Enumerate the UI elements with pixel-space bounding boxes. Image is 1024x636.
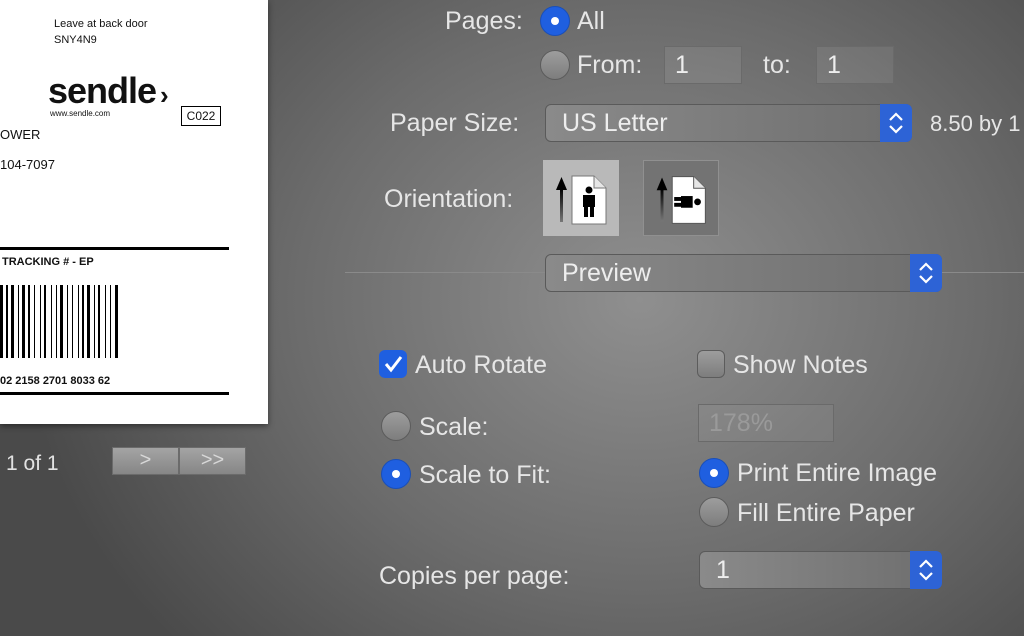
logo-chevron-icon: › [160, 80, 169, 110]
delivery-note: Leave at back door [54, 18, 148, 30]
recipient-phone: 104-7097 [0, 157, 55, 172]
pages-to-input[interactable]: 1 [816, 46, 894, 84]
barcode-bar [60, 285, 63, 358]
separator-line [345, 272, 545, 273]
print-entire-image-label[interactable]: Print Entire Image [737, 459, 937, 488]
sendle-logo: sendle [48, 70, 157, 111]
pages-all-label[interactable]: All [577, 7, 605, 36]
barcode-bar [72, 285, 73, 358]
scale-to-fit-radio[interactable] [381, 459, 411, 489]
divider [0, 392, 229, 395]
paper-size-label: Paper Size: [390, 109, 520, 137]
pages-from-input[interactable]: 1 [664, 46, 742, 84]
next-page-button[interactable]: > [112, 447, 179, 475]
divider [0, 247, 229, 250]
barcode-bar [110, 285, 111, 358]
barcode-bar [18, 285, 19, 358]
scale-radio[interactable] [381, 411, 411, 441]
barcode-bar [22, 285, 25, 358]
section-popup[interactable]: Preview [545, 254, 942, 292]
fill-entire-paper-label[interactable]: Fill Entire Paper [737, 499, 915, 528]
last-page-button[interactable]: >> [179, 447, 246, 475]
copies-per-page-popup[interactable]: 1 [699, 551, 942, 589]
barcode-bar [40, 285, 41, 358]
portrait-icon [556, 175, 607, 225]
copies-per-page-value: 1 [716, 556, 730, 584]
print-entire-image-radio[interactable] [699, 458, 729, 488]
tracking-label: TRACKING # - EP [2, 256, 94, 268]
pages-label: Pages: [445, 7, 523, 35]
logo-url: www.sendle.com [50, 109, 111, 118]
popup-chevrons-icon [880, 104, 912, 142]
pages-range-radio[interactable] [540, 50, 570, 80]
barcode-bar [67, 285, 68, 358]
barcode-bar [78, 285, 79, 358]
barcode-bar [44, 285, 46, 358]
tracking-number: 02 2158 2701 8033 62 [0, 375, 111, 387]
auto-rotate-checkbox[interactable] [379, 350, 407, 378]
barcode-bar [94, 285, 95, 358]
barcode-bar [11, 285, 14, 358]
barcode-bar [105, 285, 106, 358]
popup-chevrons-icon [910, 254, 942, 292]
copies-per-page-label: Copies per page: [379, 562, 570, 590]
barcode-bar [115, 285, 118, 358]
show-notes-checkbox[interactable] [697, 350, 725, 378]
fill-entire-paper-radio[interactable] [699, 497, 729, 527]
landscape-icon [656, 176, 706, 224]
orientation-label: Orientation: [384, 185, 514, 213]
scale-to-fit-label[interactable]: Scale to Fit: [419, 461, 551, 490]
page-indicator: 1 of 1 [6, 452, 59, 475]
recipient-name: OWER [0, 127, 41, 142]
barcode-bar [87, 285, 90, 358]
scale-label[interactable]: Scale: [419, 413, 488, 442]
scale-input[interactable]: 178% [698, 404, 834, 442]
checkmark-icon [384, 356, 403, 373]
popup-chevrons-icon [910, 551, 942, 589]
label-code: SNY4N9 [54, 34, 97, 46]
separator-line [942, 272, 1024, 273]
barcode-bar [82, 285, 84, 358]
pages-all-radio[interactable] [540, 6, 570, 36]
page-preview: Leave at back door SNY4N9 sendle › www.s… [0, 0, 268, 424]
barcode-bar [98, 285, 100, 358]
paper-dimensions: 8.50 by 1 [930, 111, 1021, 136]
section-popup-value: Preview [562, 259, 651, 287]
box-code: C022 [181, 106, 221, 126]
barcode-bar [34, 285, 35, 358]
show-notes-label[interactable]: Show Notes [733, 351, 868, 380]
orientation-portrait-button[interactable] [543, 160, 619, 236]
pages-to-label: to: [763, 51, 791, 79]
paper-size-value: US Letter [562, 109, 668, 137]
paper-size-popup[interactable]: US Letter [545, 104, 912, 142]
barcode-bar [51, 285, 52, 358]
barcode-bar [6, 285, 8, 358]
barcode-bar [0, 285, 3, 358]
orientation-landscape-button[interactable] [643, 160, 719, 236]
barcode-bar [28, 285, 30, 358]
auto-rotate-label[interactable]: Auto Rotate [415, 351, 547, 380]
pages-from-label[interactable]: From: [577, 51, 642, 80]
barcode-bar [56, 285, 57, 358]
